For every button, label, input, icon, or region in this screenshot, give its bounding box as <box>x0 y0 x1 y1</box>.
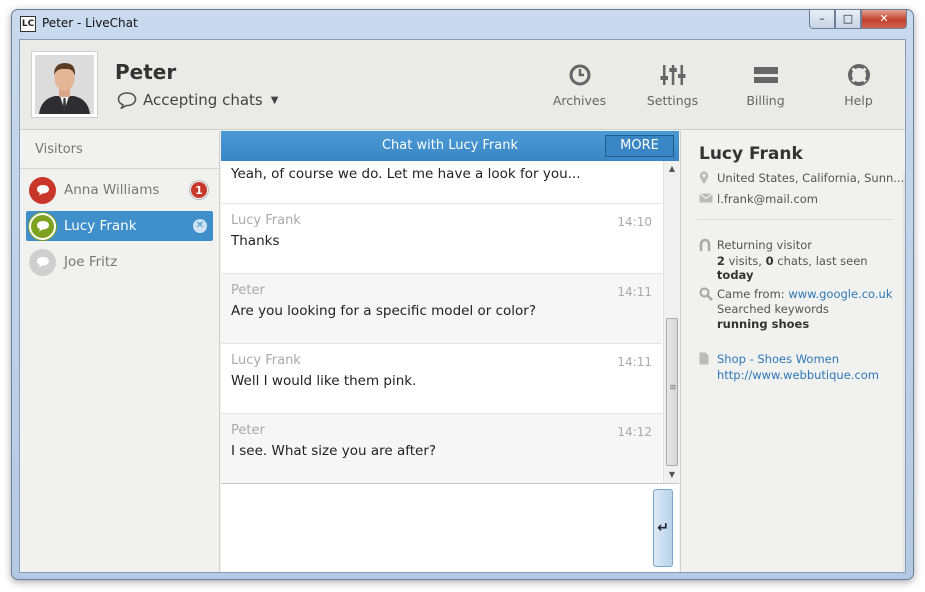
chat-bubble-icon <box>29 212 56 240</box>
came-from-row: Came from: www.google.co.uk Searched key… <box>699 287 893 331</box>
current-page-row: Shop - Shoes Women http://www.webbutique… <box>699 352 879 382</box>
agent-avatar[interactable] <box>31 51 98 118</box>
last-seen-value: today <box>716 268 754 282</box>
came-from-label: Came from: <box>717 287 789 301</box>
visitor-item-lucy-frank[interactable]: Lucy Frank ✕ <box>26 211 213 241</box>
close-window-button[interactable]: ✕ <box>861 10 907 29</box>
message-author: Peter <box>231 283 265 298</box>
status-dropdown[interactable]: Accepting chats ▼ <box>117 91 278 109</box>
billing-label: Billing <box>746 93 785 108</box>
clock-icon <box>569 64 590 86</box>
visitor-name: Anna Williams <box>64 182 160 198</box>
app-window: LC Peter - LiveChat – □ ✕ Peter Acceptin… <box>11 9 914 580</box>
scroll-down-icon[interactable]: ▼ <box>664 467 680 483</box>
envelope-icon <box>699 192 717 206</box>
chats-label: chats, last seen <box>773 254 868 268</box>
scrollbar-thumb[interactable]: ≡ <box>666 318 678 466</box>
avatar-photo-icon <box>35 55 94 114</box>
unread-badge: 1 <box>190 181 208 199</box>
message-input[interactable]: ↵ <box>221 483 679 572</box>
divider <box>697 219 893 220</box>
help-button[interactable]: Help <box>812 40 905 130</box>
help-label: Help <box>844 93 873 108</box>
visitor-item-joe-fritz[interactable]: Joe Fritz <box>26 247 213 277</box>
livechat-logo-icon: LC <box>20 16 36 32</box>
agent-name: Peter <box>115 60 177 84</box>
visits-label: visits, <box>724 254 766 268</box>
location-pin-icon <box>699 171 717 188</box>
more-button[interactable]: MORE <box>605 135 674 157</box>
keywords-label: Searched keywords <box>717 302 829 316</box>
close-chat-icon[interactable]: ✕ <box>193 219 207 233</box>
archives-button[interactable]: Archives <box>533 40 626 130</box>
chat-title: Chat with Lucy Frank <box>381 138 519 153</box>
message-time: 14:11 <box>617 355 652 369</box>
send-button[interactable]: ↵ <box>653 489 673 567</box>
message-item: Lucy Frank 14:11 Well I would like them … <box>221 344 662 414</box>
email-text: l.frank@mail.com <box>717 192 818 206</box>
message-time: 14:10 <box>617 215 652 229</box>
chats-count: 0 <box>765 254 774 268</box>
page-url-link[interactable]: http://www.webbutique.com <box>717 368 879 382</box>
message-text: Yeah, of course we do. Let me have a loo… <box>231 166 581 182</box>
magnet-icon <box>699 238 717 282</box>
message-text: Are you looking for a specific model or … <box>231 303 536 319</box>
visitors-sidebar: Visitors Anna Williams 1 Lucy Frank ✕ Jo… <box>20 131 220 572</box>
message-time: 14:11 <box>617 285 652 299</box>
message-item: Lucy Frank 14:10 Thanks <box>221 204 662 274</box>
visits-count: 2 <box>716 254 725 268</box>
chat-bubble-icon <box>29 248 56 276</box>
message-text: Thanks <box>231 233 280 249</box>
message-scrollbar[interactable]: ▲ ≡ ▼ <box>663 161 679 483</box>
message-list: Yeah, of course we do. Let me have a loo… <box>221 161 662 483</box>
keywords-value: running shoes <box>717 317 810 331</box>
minimize-button[interactable]: – <box>809 10 835 29</box>
chevron-down-icon: ▼ <box>270 94 279 106</box>
message-author: Lucy Frank <box>231 353 301 368</box>
email-row: l.frank@mail.com <box>699 192 818 206</box>
visitors-title: Visitors <box>20 131 219 169</box>
app-content: Peter Accepting chats ▼ Archives Setting… <box>19 39 906 573</box>
message-item: Yeah, of course we do. Let me have a loo… <box>221 161 662 204</box>
location-row: United States, California, Sunn... <box>699 171 904 188</box>
speech-bubble-icon <box>117 92 137 109</box>
search-icon <box>699 287 717 331</box>
maximize-button[interactable]: □ <box>835 10 861 29</box>
chat-bubble-icon <box>29 176 56 204</box>
agent-header: Peter Accepting chats ▼ Archives Setting… <box>20 40 905 130</box>
referrer-link[interactable]: www.google.co.uk <box>788 287 892 301</box>
billing-button[interactable]: Billing <box>719 40 812 130</box>
title-bar[interactable]: LC Peter - LiveChat – □ ✕ <box>12 10 913 40</box>
chat-header: Chat with Lucy Frank MORE <box>221 131 679 161</box>
settings-button[interactable]: Settings <box>626 40 719 130</box>
window-title: Peter - LiveChat <box>42 16 138 30</box>
visitor-item-anna-williams[interactable]: Anna Williams 1 <box>26 175 213 205</box>
lifebuoy-icon <box>847 64 870 86</box>
details-scrollbar[interactable] <box>903 171 905 571</box>
message-text: I see. What size you are after? <box>231 443 437 459</box>
settings-label: Settings <box>646 93 699 108</box>
returning-visitor-row: Returning visitor 2 visits, 0 chats, las… <box>699 238 905 282</box>
visitor-details-panel: Lucy Frank United States, California, Su… <box>680 131 905 572</box>
page-icon <box>699 352 717 382</box>
status-label: Accepting chats <box>143 91 263 109</box>
card-icon <box>753 67 778 83</box>
scroll-up-icon[interactable]: ▲ <box>664 161 680 177</box>
message-text: Well I would like them pink. <box>231 373 417 389</box>
chat-panel: Chat with Lucy Frank MORE Yeah, of cours… <box>221 131 679 572</box>
message-item: Peter 14:12 I see. What size you are aft… <box>221 414 662 483</box>
message-author: Lucy Frank <box>231 213 301 228</box>
message-time: 14:12 <box>617 425 652 439</box>
archives-label: Archives <box>552 93 607 108</box>
visitor-detail-name: Lucy Frank <box>699 144 803 164</box>
message-item: Peter 14:11 Are you looking for a specif… <box>221 274 662 344</box>
sliders-icon <box>660 65 685 85</box>
page-title-link[interactable]: Shop - Shoes Women <box>717 352 879 366</box>
location-text: United States, California, Sunn... <box>717 171 905 185</box>
message-author: Peter <box>231 423 265 438</box>
returning-visitor-label: Returning visitor <box>716 238 812 252</box>
visitor-name: Joe Fritz <box>64 254 118 270</box>
visitor-name: Lucy Frank <box>64 218 137 234</box>
